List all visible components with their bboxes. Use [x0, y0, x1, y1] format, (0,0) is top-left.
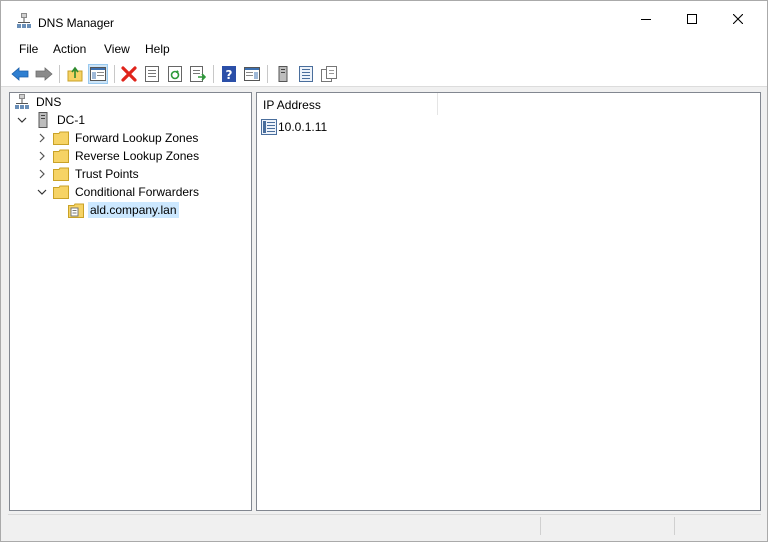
tree-node-forward-lookup-zones[interactable]: Forward Lookup Zones — [34, 129, 200, 147]
show-hide-action-pane-icon — [244, 67, 260, 81]
delete-button[interactable] — [119, 64, 139, 84]
delete-icon — [121, 66, 137, 82]
toolbar: ? — [1, 61, 767, 87]
folder-icon — [53, 166, 69, 182]
menu-action[interactable]: Action — [52, 42, 87, 56]
properties-button[interactable] — [142, 64, 162, 84]
tree-node-conditional-forwarders[interactable]: Conditional Forwarders — [34, 183, 201, 201]
forward-button[interactable] — [34, 64, 54, 84]
chevron-right-icon[interactable] — [34, 130, 50, 146]
tree-node-server[interactable]: DC-1 — [14, 111, 87, 129]
chevron-right-icon[interactable] — [34, 148, 50, 164]
tree-label-forward-lookup-zones: Forward Lookup Zones — [75, 131, 199, 145]
menu-file[interactable]: File — [18, 42, 39, 56]
folder-icon — [53, 148, 69, 164]
tree-node-trust-points[interactable]: Trust Points — [34, 165, 141, 183]
help-button[interactable]: ? — [219, 64, 239, 84]
toolbar-separator — [114, 65, 115, 83]
copy-icon — [321, 66, 337, 82]
folder-icon — [53, 130, 69, 146]
forwarder-zone-icon — [68, 202, 84, 218]
dns-app-icon — [17, 13, 31, 29]
close-button[interactable] — [715, 1, 761, 37]
tree-label-conditional-forwarders: Conditional Forwarders — [75, 185, 200, 199]
details-pane[interactable]: IP Address 10.0.1.11 — [256, 92, 761, 511]
menu-view[interactable]: View — [103, 42, 131, 56]
chevron-down-icon[interactable] — [34, 184, 50, 200]
svg-text:?: ? — [226, 68, 233, 82]
refresh-button[interactable] — [165, 64, 185, 84]
window-title: DNS Manager — [38, 16, 115, 30]
forward-icon — [35, 67, 53, 81]
ip-address-icon — [261, 119, 277, 135]
tree-label-trust-points: Trust Points — [75, 167, 139, 181]
export-list-button[interactable] — [188, 64, 208, 84]
dns-manager-window: DNS Manager File Action View Help ? DNS … — [0, 0, 768, 542]
menu-help[interactable]: Help — [144, 42, 171, 56]
show-hide-action-pane-button[interactable] — [242, 64, 262, 84]
minimize-button[interactable] — [623, 1, 669, 37]
help-icon: ? — [222, 66, 236, 82]
folder-icon — [53, 184, 69, 200]
up-one-level-button[interactable] — [65, 64, 85, 84]
title-bar: DNS Manager — [1, 1, 767, 37]
toolbar-separator — [267, 65, 268, 83]
close-icon — [733, 14, 743, 24]
minimize-icon — [641, 19, 651, 20]
tree-node-dns[interactable]: DNS — [14, 93, 63, 111]
tree-node-ald-company-lan[interactable]: ald.company.lan — [68, 201, 179, 219]
server-icon — [278, 66, 288, 82]
maximize-icon — [687, 14, 697, 24]
back-button[interactable] — [10, 64, 30, 84]
show-hide-console-tree-button[interactable] — [88, 64, 108, 84]
server-icon — [35, 112, 51, 128]
export-list-icon — [190, 66, 206, 82]
up-folder-icon — [67, 66, 83, 82]
status-bar — [8, 514, 761, 536]
tree-label-ald-company-lan: ald.company.lan — [88, 202, 179, 218]
refresh-icon — [168, 66, 182, 82]
tree-label-dns: DNS — [36, 95, 62, 109]
toolbar-separator — [213, 65, 214, 83]
tree-label-reverse-lookup-zones: Reverse Lookup Zones — [75, 149, 200, 163]
chevron-right-icon[interactable] — [34, 166, 50, 182]
console-tree[interactable]: DNS DC-1 Forward Lookup Zones Reverse Lo… — [9, 92, 252, 511]
menu-bar: File Action View Help — [1, 37, 767, 61]
status-divider — [674, 517, 675, 535]
list-icon — [299, 66, 313, 82]
show-hide-console-tree-icon — [90, 67, 106, 81]
tree-label-server: DC-1 — [57, 113, 86, 127]
list-button[interactable] — [296, 64, 316, 84]
ip-address-value: 10.0.1.11 — [278, 120, 328, 134]
properties-icon — [145, 66, 159, 82]
copy-button[interactable] — [319, 64, 339, 84]
server-button[interactable] — [273, 64, 293, 84]
tree-node-reverse-lookup-zones[interactable]: Reverse Lookup Zones — [34, 147, 201, 165]
dns-icon — [14, 94, 30, 110]
status-divider — [540, 517, 541, 535]
toolbar-separator — [59, 65, 60, 83]
chevron-down-icon[interactable] — [14, 112, 30, 128]
column-header-ip-address[interactable]: IP Address — [257, 93, 438, 115]
maximize-button[interactable] — [669, 1, 715, 37]
back-icon — [11, 67, 29, 81]
list-item[interactable]: 10.0.1.11 — [261, 118, 329, 136]
